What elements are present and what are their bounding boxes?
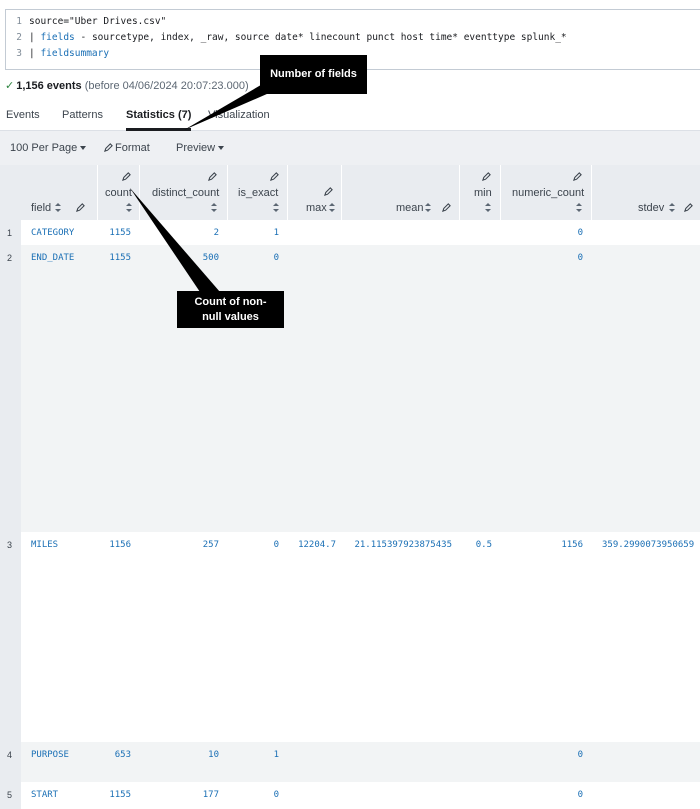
fields-callout: Number of fields	[260, 55, 367, 94]
annotation-overlay	[130, 82, 276, 292]
count-callout-arrow	[130, 188, 220, 292]
count-callout: Count of non-null values	[177, 291, 284, 328]
